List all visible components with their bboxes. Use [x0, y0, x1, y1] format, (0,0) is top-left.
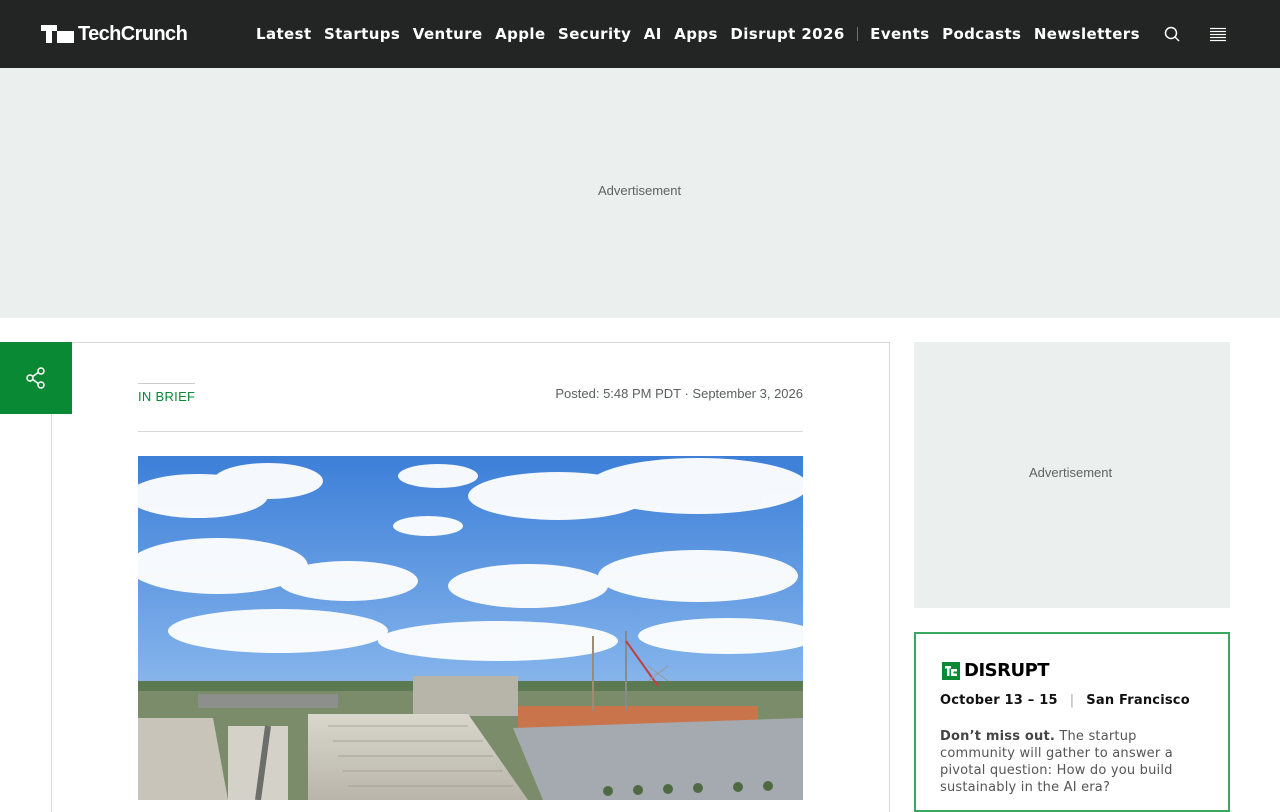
- site-header: TechCrunch Latest Startups Venture Apple…: [0, 0, 1280, 68]
- article-hero-image: [138, 456, 803, 800]
- nav-startups[interactable]: Startups: [324, 25, 400, 43]
- main-nav: Latest Startups Venture Apple Security A…: [256, 22, 1152, 46]
- search-icon[interactable]: [1162, 24, 1182, 44]
- techcrunch-logo[interactable]: TechCrunch: [41, 22, 188, 46]
- posted-timestamp: Posted: 5:48 PM PDT · September 3, 2026: [555, 386, 803, 401]
- sidebar-ad[interactable]: Advertisement: [914, 342, 1230, 608]
- nav-ai[interactable]: AI: [644, 25, 662, 43]
- advertisement-label: Advertisement: [598, 183, 682, 198]
- nav-disrupt-2026[interactable]: Disrupt 2026: [730, 25, 844, 43]
- brand-name: TechCrunch: [78, 22, 188, 45]
- nav-newsletters[interactable]: Newsletters: [1034, 25, 1140, 43]
- meta-separator: |: [1069, 693, 1075, 708]
- disrupt-promo[interactable]: DISRUPT October 13 – 15 | San Francisco …: [914, 632, 1230, 812]
- promo-lead: Don’t miss out.: [940, 729, 1055, 744]
- event-meta: October 13 – 15 | San Francisco: [940, 693, 1190, 708]
- event-dates: October 13 – 15: [940, 693, 1058, 708]
- nav-apps[interactable]: Apps: [674, 25, 718, 43]
- banner-ad[interactable]: Advertisement: [0, 68, 1280, 318]
- advertisement-label: Advertisement: [1029, 465, 1113, 480]
- divider: [138, 431, 803, 432]
- nav-events[interactable]: Events: [870, 25, 929, 43]
- share-icon: [26, 367, 45, 389]
- disrupt-wordmark: DISRUPT: [964, 660, 1050, 681]
- promo-description: Don’t miss out. The startup community wi…: [940, 728, 1202, 796]
- category-link[interactable]: IN BRIEF: [138, 383, 196, 404]
- tc-logo-icon: [41, 25, 74, 43]
- nav-venture[interactable]: Venture: [413, 25, 483, 43]
- nav-divider: [857, 27, 859, 41]
- nav-security[interactable]: Security: [558, 25, 631, 43]
- nav-podcasts[interactable]: Podcasts: [942, 25, 1021, 43]
- tc-badge-icon: [942, 661, 960, 680]
- menu-icon[interactable]: [1208, 24, 1228, 44]
- share-button[interactable]: [0, 342, 72, 414]
- event-location: San Francisco: [1086, 693, 1190, 708]
- nav-latest[interactable]: Latest: [256, 25, 312, 43]
- disrupt-logo: DISRUPT: [942, 660, 1050, 681]
- nav-apple[interactable]: Apple: [495, 25, 545, 43]
